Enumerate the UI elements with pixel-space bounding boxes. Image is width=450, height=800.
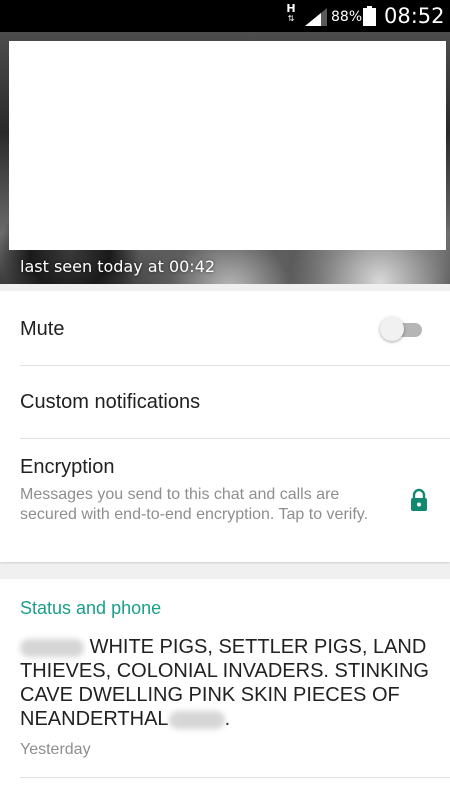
status-and-phone-card: Status and phone xxxx WHITE PIGS, SETTLE… [0,579,450,800]
status-timestamp: Yesterday [20,741,91,758]
redacted-photo-area [9,41,446,250]
encryption-label: Encryption [20,456,115,478]
status-message-end: . [224,708,231,730]
divider [20,777,450,778]
mute-row[interactable]: Mute [0,291,450,365]
battery-icon [363,6,376,26]
mute-toggle[interactable] [380,317,422,341]
status-bar: H ⇅ 88% 08:52 [0,0,450,32]
custom-notifications-row[interactable]: Custom notifications [0,366,450,438]
battery-percent: 88% [331,9,363,25]
contact-info-screen: H ⇅ 88% 08:52 last seen today at 00:42 M… [0,0,450,800]
custom-notifications-label: Custom notifications [20,391,201,413]
section-title: Status and phone [20,598,162,618]
redacted-text: xxxx [168,710,225,729]
redacted-text: xxxx [20,638,84,657]
lock-icon [411,488,427,511]
last-seen-text: last seen today at 00:42 [20,257,216,276]
contact-photo-header[interactable]: last seen today at 00:42 [0,32,450,284]
clock: 08:52 [384,4,445,28]
mute-label: Mute [20,318,65,340]
signal-icon [305,8,327,26]
status-message[interactable]: xxxx WHITE PIGS, SETTLER PIGS, LAND THIE… [20,635,435,731]
mute-toggle-thumb [380,317,404,341]
encryption-description: Messages you send to this chat and calls… [20,486,369,523]
network-type-indicator: H ⇅ [286,2,296,23]
chat-settings-card: Mute Custom notifications Encryption Mes… [0,291,450,562]
